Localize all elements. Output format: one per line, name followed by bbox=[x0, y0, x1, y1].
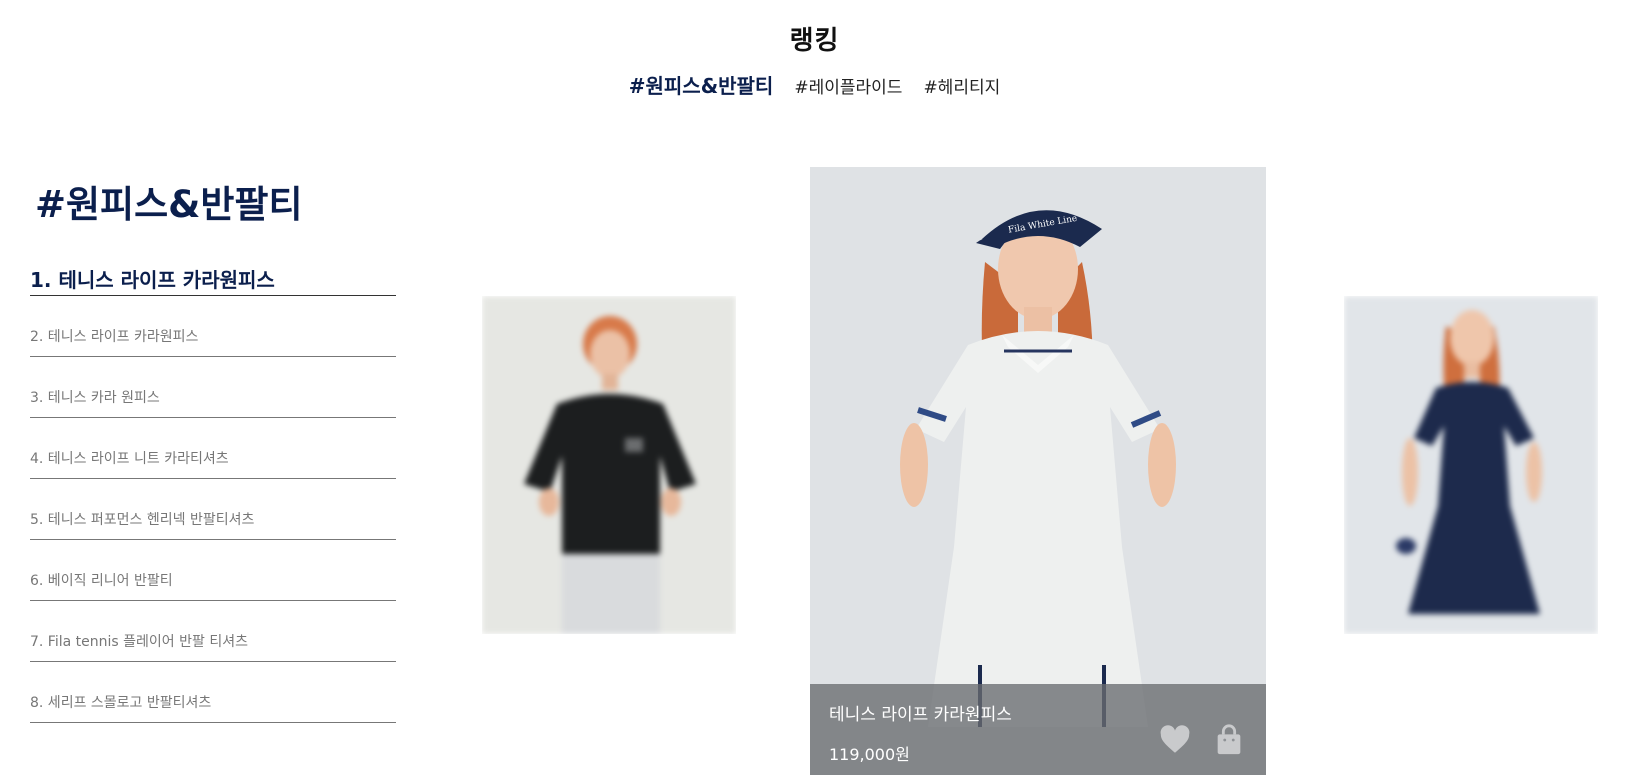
ranking-item-1[interactable]: 1. 테니스 라이프 카라원피스 bbox=[30, 262, 396, 296]
ranking-item-5[interactable]: 5. 테니스 퍼포먼스 헨리넥 반팔티셔츠 bbox=[30, 479, 396, 540]
ranking-item-7[interactable]: 7. Fila tennis 플레이어 반팔 티셔츠 bbox=[30, 601, 396, 662]
product-info-overlay: 테니스 라이프 카라원피스 119,000원 bbox=[810, 684, 1266, 775]
tag-tabs: #원피스&반팔티 #레이플라이드 #헤리티지 bbox=[0, 70, 1629, 99]
tab-heritage[interactable]: #헤리티지 bbox=[923, 73, 1000, 98]
page-title: 랭킹 bbox=[789, 26, 840, 56]
tab-layflied[interactable]: #레이플라이드 bbox=[794, 73, 902, 98]
ranking-list: 1. 테니스 라이프 카라원피스 2. 테니스 라이프 카라원피스 3. 테니스… bbox=[30, 262, 396, 723]
featured-product-card[interactable]: Fila White Line 테니스 라이프 카라원피스 119,000원 bbox=[810, 167, 1266, 775]
product-image-navy-dress bbox=[1344, 296, 1598, 634]
product-thumb-black-tee[interactable] bbox=[482, 296, 736, 634]
product-image-black-tee bbox=[482, 296, 736, 634]
ranking-item-4[interactable]: 4. 테니스 라이프 니트 카라티셔츠 bbox=[30, 418, 396, 479]
ranking-item-6[interactable]: 6. 베이직 리니어 반팔티 bbox=[30, 540, 396, 601]
section-heading: #원피스&반팔티 bbox=[35, 183, 303, 226]
ranking-item-2[interactable]: 2. 테니스 라이프 카라원피스 bbox=[30, 296, 396, 357]
shopping-bag-icon[interactable] bbox=[1212, 723, 1246, 757]
product-name[interactable]: 테니스 라이프 카라원피스 bbox=[829, 700, 1247, 725]
tab-dress-and-tee[interactable]: #원피스&반팔티 bbox=[629, 70, 774, 99]
ranking-item-3[interactable]: 3. 테니스 카라 원피스 bbox=[30, 357, 396, 418]
product-thumb-navy-dress[interactable] bbox=[1344, 296, 1598, 634]
heart-icon[interactable] bbox=[1158, 723, 1192, 757]
ranking-item-8[interactable]: 8. 세리프 스몰로고 반팔티셔츠 bbox=[30, 662, 396, 723]
